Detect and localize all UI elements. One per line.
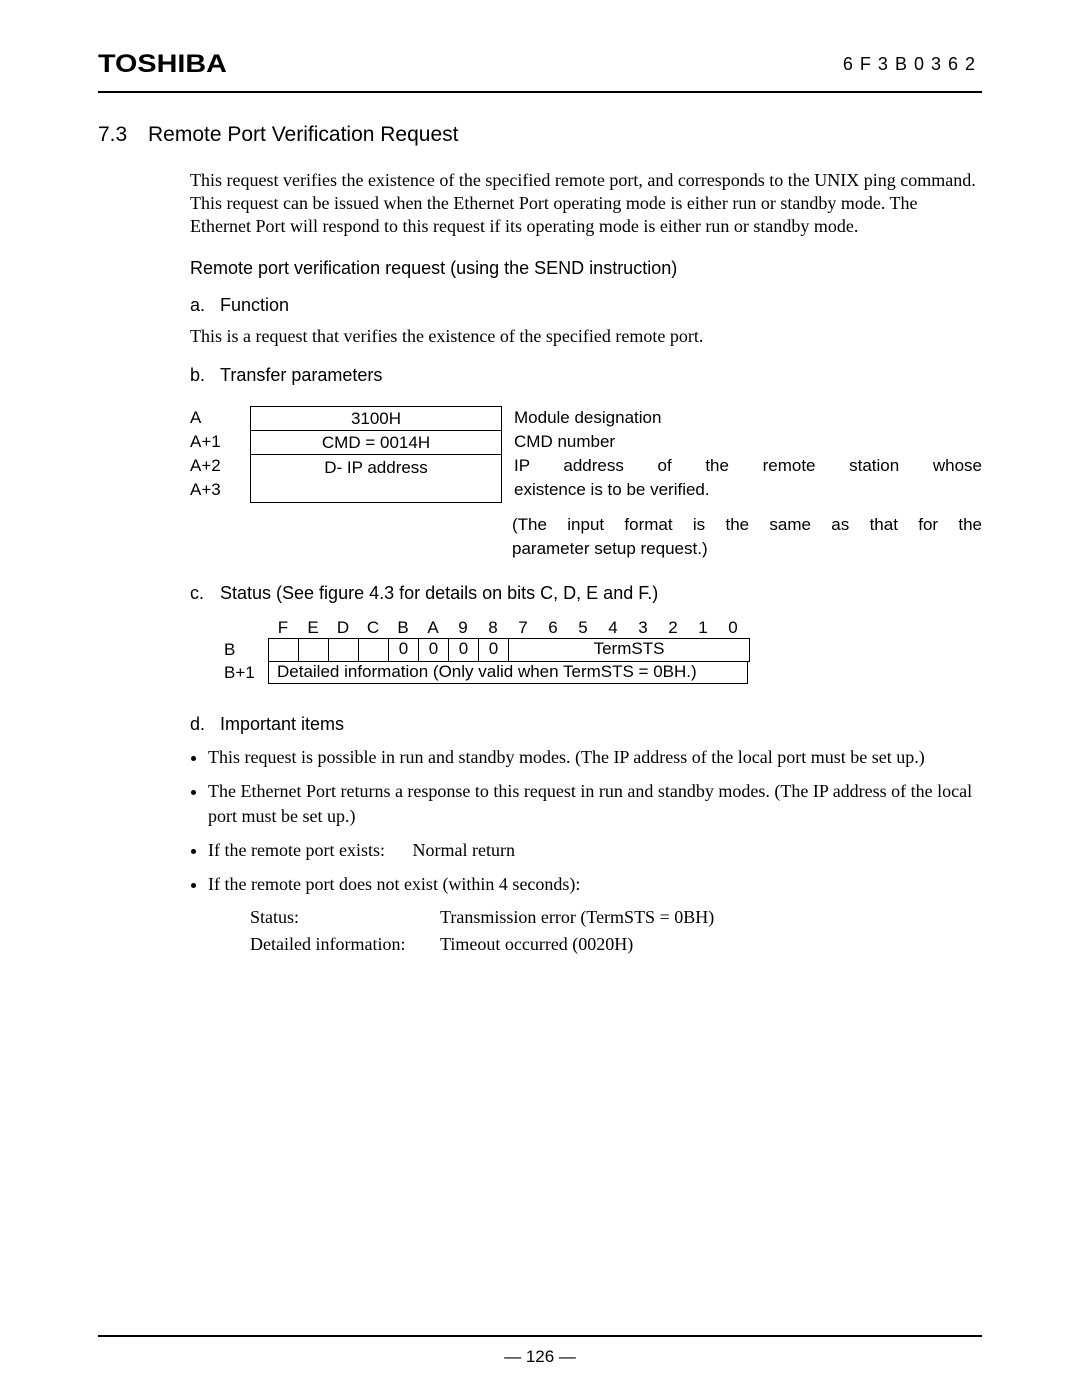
item-c-label: c. [190,583,220,604]
cell-F [269,639,299,661]
bit-A: A [418,618,448,638]
item-b-label: b. [190,365,220,386]
section-heading: 7.3 Remote Port Verification Request [98,123,982,147]
document-number: 6F3B0362 [843,54,982,75]
important-items-list: This request is possible in run and stan… [190,745,982,896]
kv-detail-key: Detailed information: [250,934,440,955]
cell-D [329,639,359,661]
item-b-title: Transfer parameters [220,365,382,386]
bit-2: 2 [658,618,688,638]
tp-note-2: parameter setup request.) [512,537,982,561]
item-d-title: Important items [220,714,344,735]
bit-9: 9 [448,618,478,638]
section-body: This request verifies the existence of t… [190,169,982,955]
tp-desc-ip1: IP address of the remote station whose [514,454,982,478]
tp-cell-1: CMD = 0014H [251,431,501,455]
page-number: — 126 — [0,1347,1080,1367]
section-number: 7.3 [98,123,148,147]
tp-row-A3: A+3 [190,478,250,502]
tp-row-A2: A+2 [190,454,250,478]
tp-cell-0: 3100H [251,407,501,431]
tp-desc-cmd: CMD number [514,430,982,454]
kv-status-val: Transmission error (TermSTS = 0BH) [440,907,714,928]
page-header: TOSHIBA 6F3B0362 [98,50,982,93]
tp-cell-2: D- IP address [251,455,501,502]
cell-A: 0 [419,639,449,661]
kv-status: Status: Transmission error (TermSTS = 0B… [250,907,982,928]
bit-header-row: F E D C B A 9 8 7 6 5 4 3 2 1 0 [268,618,982,638]
footer-rule [98,1335,982,1337]
cell-termsts: TermSTS [509,639,749,661]
bit-8: 8 [478,618,508,638]
bit-1: 1 [688,618,718,638]
bit-C: C [358,618,388,638]
transfer-param-table: A A+1 A+2 A+3 3100H CMD = 0014H D- IP ad… [190,406,982,503]
tp-desc-module: Module designation [514,406,982,430]
cell-8: 0 [479,639,509,661]
status-row-label-B: B [224,640,268,660]
bit-4: 4 [598,618,628,638]
subheading: Remote port verification request (using … [190,258,982,279]
item-c: c. Status (See figure 4.3 for details on… [190,583,982,604]
status-row1-cells: 0 0 0 0 TermSTS [268,638,750,662]
bit-F: F [268,618,298,638]
tp-row-A1: A+1 [190,430,250,454]
transfer-param-note: (The input format is the same as that fo… [512,513,982,561]
item-a-title: Function [220,295,289,316]
bit-D: D [328,618,358,638]
bullet-2: The Ethernet Port returns a response to … [208,779,982,828]
bullet-3: If the remote port exists: Normal return [208,838,982,862]
bit-6: 6 [538,618,568,638]
cell-C [359,639,389,661]
intro-paragraph: This request verifies the existence of t… [190,169,982,238]
cell-B: 0 [389,639,419,661]
cell-E [299,639,329,661]
bit-3: 3 [628,618,658,638]
kv-status-key: Status: [250,907,440,928]
bullet-4: If the remote port does not exist (withi… [208,872,982,896]
item-c-title: Status (See figure 4.3 for details on bi… [220,583,658,604]
kv-detail-val: Timeout occurred (0020H) [440,934,633,955]
brand-logo: TOSHIBA [98,50,227,79]
status-row-B: B 0 0 0 0 TermSTS [224,638,982,662]
transfer-param-desc: Module designation CMD number IP address… [514,406,982,503]
tp-desc-ip2: existence is to be verified. [514,478,982,502]
item-d: d. Important items [190,714,982,735]
item-d-label: d. [190,714,220,735]
cell-9: 0 [449,639,479,661]
section-title-text: Remote Port Verification Request [148,123,459,147]
document-page: TOSHIBA 6F3B0362 7.3 Remote Port Verific… [0,0,1080,1397]
transfer-param-row-labels: A A+1 A+2 A+3 [190,406,250,503]
bullet-1: This request is possible in run and stan… [208,745,982,769]
status-row-B1: B+1 Detailed information (Only valid whe… [224,662,982,684]
bullet-3-value: Normal return [413,840,515,860]
bit-7: 7 [508,618,538,638]
bit-0: 0 [718,618,748,638]
status-row-label-B1: B+1 [224,663,268,683]
item-a: a. Function [190,295,982,316]
bit-5: 5 [568,618,598,638]
bit-E: E [298,618,328,638]
transfer-param-box: 3100H CMD = 0014H D- IP address [250,406,502,503]
kv-detail: Detailed information: Timeout occurred (… [250,934,982,955]
tp-row-A: A [190,406,250,430]
status-table: F E D C B A 9 8 7 6 5 4 3 2 1 0 B [224,618,982,684]
item-b: b. Transfer parameters [190,365,982,386]
bit-B: B [388,618,418,638]
tp-note-1: (The input format is the same as that fo… [512,513,982,537]
status-row2-cell: Detailed information (Only valid when Te… [268,662,748,684]
item-a-text: This is a request that verifies the exis… [190,326,982,347]
bullet-3-label: If the remote port exists: [208,838,408,862]
error-detail-block: Status: Transmission error (TermSTS = 0B… [250,907,982,955]
item-a-label: a. [190,295,220,316]
